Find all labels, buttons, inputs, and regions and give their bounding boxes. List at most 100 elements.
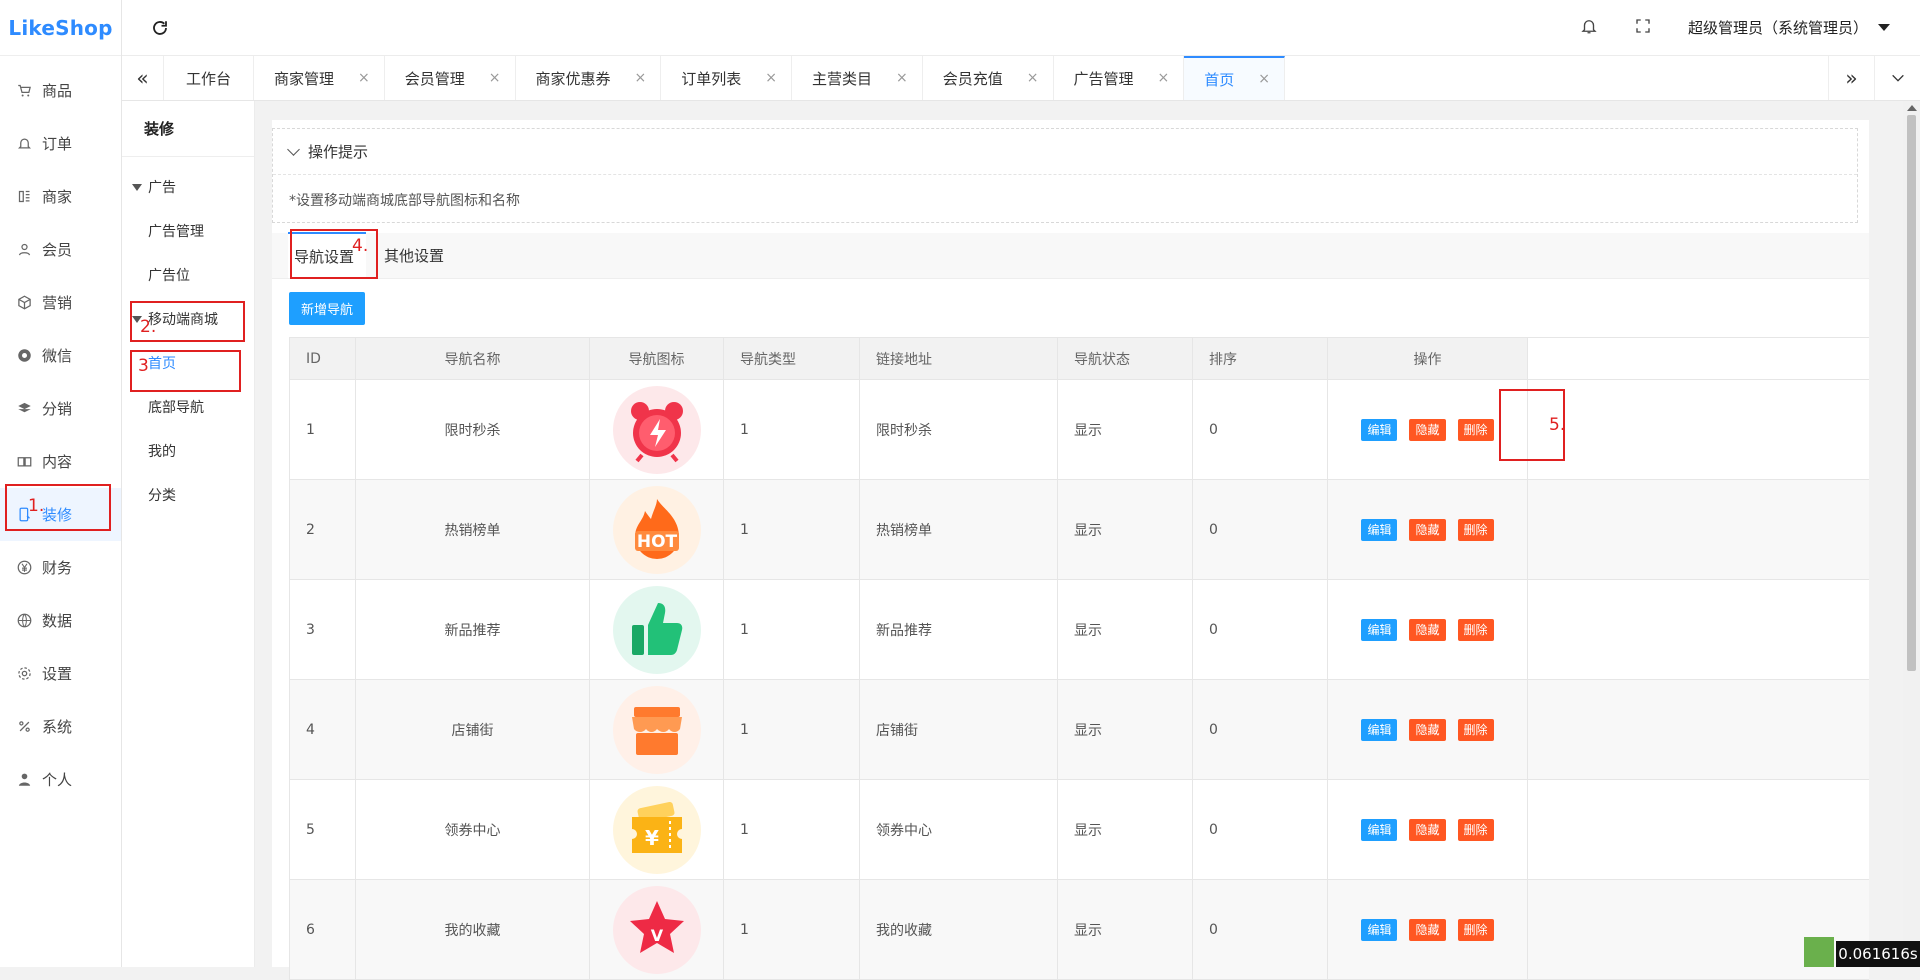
sidebar-item-12[interactable]: 系统 [0, 700, 121, 753]
edit-button[interactable]: 编辑 [1361, 519, 1397, 541]
delete-button[interactable]: 删除 [1458, 719, 1494, 741]
close-icon[interactable]: × [1158, 70, 1170, 86]
sidebar-item-2[interactable]: 商家 [0, 170, 121, 223]
tab-other-settings[interactable]: 其他设置 [366, 232, 462, 278]
cell-link: 领券中心 [860, 780, 1058, 880]
close-icon[interactable]: × [489, 70, 501, 86]
storefront-icon [613, 686, 701, 774]
tips-text: *设置移动端商城底部导航图标和名称 [273, 175, 1857, 210]
refresh-icon[interactable] [148, 16, 172, 40]
hide-button[interactable]: 隐藏 [1409, 619, 1445, 641]
row-spacer [1528, 780, 1870, 880]
sidebar-item-5[interactable]: 微信 [0, 329, 121, 382]
settings-tabs: 导航设置 其他设置 [272, 233, 1869, 279]
edit-button[interactable]: 编辑 [1361, 719, 1397, 741]
hide-button[interactable]: 隐藏 [1409, 919, 1445, 941]
sidebar-item-label: 装修 [42, 504, 72, 525]
sidebar-item-9[interactable]: 财务 [0, 541, 121, 594]
cell-nav-name: 领券中心 [356, 780, 590, 880]
load-timer: 0.061616s [1836, 941, 1920, 967]
delete-button[interactable]: 删除 [1458, 419, 1494, 441]
app-logo[interactable]: LikeShop [0, 0, 121, 56]
sidebar-item-6[interactable]: 分销 [0, 382, 121, 435]
tabs-menu-chevron-down-icon[interactable] [1874, 56, 1920, 100]
main-content: 操作提示 *设置移动端商城底部导航图标和名称 导航设置 其他设置 新增导航 ID… [272, 120, 1869, 967]
edit-button[interactable]: 编辑 [1361, 919, 1397, 941]
store-icon [16, 189, 32, 205]
person-icon [16, 772, 32, 788]
sidebar-item-8[interactable]: 装修 [0, 488, 121, 541]
sidebar-item-label: 内容 [42, 451, 72, 472]
sidebar-item-4[interactable]: 营销 [0, 276, 121, 329]
hide-button[interactable]: 隐藏 [1409, 519, 1445, 541]
delete-button[interactable]: 删除 [1458, 919, 1494, 941]
cell-sort: 0 [1193, 480, 1328, 580]
table-row: 5领券中心¥1领券中心显示0编辑隐藏删除 [290, 780, 1870, 880]
scroll-up-icon[interactable] [1907, 105, 1917, 111]
cell-nav-icon [590, 680, 724, 780]
hot-flame-icon: HOT [613, 486, 701, 574]
notification-bell-icon[interactable] [1580, 17, 1598, 39]
sidebar-nav: 商品订单商家会员营销微信分销内容装修财务数据设置系统个人 [0, 56, 121, 806]
svg-text:V: V [650, 926, 663, 945]
tab-5[interactable]: 主营类目× [792, 56, 923, 100]
delete-button[interactable]: 删除 [1458, 519, 1494, 541]
hide-button[interactable]: 隐藏 [1409, 719, 1445, 741]
wechat-icon [16, 348, 32, 364]
cell-nav-type: 1 [724, 380, 860, 480]
tips-header[interactable]: 操作提示 [273, 129, 1857, 175]
close-icon[interactable]: × [896, 70, 908, 86]
hide-button[interactable]: 隐藏 [1409, 819, 1445, 841]
sidebar-item-label: 商品 [42, 80, 72, 101]
tab-7[interactable]: 广告管理× [1054, 56, 1185, 100]
add-nav-button[interactable]: 新增导航 [289, 292, 365, 325]
delete-button[interactable]: 删除 [1458, 619, 1494, 641]
tabs-scroll-right-icon[interactable]: » [1828, 56, 1874, 100]
tab-2[interactable]: 会员管理× [385, 56, 516, 100]
tab-8[interactable]: 首页× [1184, 56, 1285, 100]
sub-item-bottom-nav[interactable]: 底部导航 [122, 385, 254, 429]
scroll-thumb[interactable] [1907, 115, 1916, 671]
edit-button[interactable]: 编辑 [1361, 419, 1397, 441]
user-menu[interactable]: 超级管理员（系统管理员） [1688, 17, 1890, 38]
sidebar-item-3[interactable]: 会员 [0, 223, 121, 276]
edit-button[interactable]: 编辑 [1361, 819, 1397, 841]
page-scrollbar[interactable] [1903, 101, 1920, 967]
column-header: 导航图标 [590, 338, 724, 380]
hide-button[interactable]: 隐藏 [1409, 419, 1445, 441]
tab-4[interactable]: 订单列表× [661, 56, 792, 100]
user-icon [16, 242, 32, 258]
fullscreen-icon[interactable] [1634, 17, 1652, 39]
annotation-label-5: 5. [1549, 415, 1565, 435]
cell-sort: 0 [1193, 780, 1328, 880]
close-icon[interactable]: × [358, 70, 370, 86]
close-icon[interactable]: × [1258, 71, 1270, 87]
close-icon[interactable]: × [1027, 70, 1039, 86]
tabs-scroll-left-icon[interactable]: « [122, 56, 164, 100]
sub-item-category[interactable]: 分类 [122, 473, 254, 517]
tab-0[interactable]: 工作台 [164, 56, 254, 100]
sidebar-item-1[interactable]: 订单 [0, 117, 121, 170]
timer-logo-icon [1804, 937, 1834, 967]
sub-item-ad-manage[interactable]: 广告管理 [122, 209, 254, 253]
sidebar-item-7[interactable]: 内容 [0, 435, 121, 488]
tab-6[interactable]: 会员充值× [923, 56, 1054, 100]
cell-nav-name: 店铺街 [356, 680, 590, 780]
tab-1[interactable]: 商家管理× [254, 56, 385, 100]
close-icon[interactable]: × [765, 70, 777, 86]
close-icon[interactable]: × [635, 70, 647, 86]
annotation-label-1: 1. [28, 496, 44, 516]
delete-button[interactable]: 删除 [1458, 819, 1494, 841]
sub-item-ad-position[interactable]: 广告位 [122, 253, 254, 297]
edit-button[interactable]: 编辑 [1361, 619, 1397, 641]
cell-nav-type: 1 [724, 480, 860, 580]
tab-3[interactable]: 商家优惠券× [516, 56, 662, 100]
sidebar-item-0[interactable]: 商品 [0, 64, 121, 117]
sidebar-item-11[interactable]: 设置 [0, 647, 121, 700]
cell-id: 6 [290, 880, 356, 980]
sidebar-item-13[interactable]: 个人 [0, 753, 121, 806]
sub-group-ad[interactable]: 广告 [122, 165, 254, 209]
caret-down-icon [132, 184, 142, 191]
sidebar-item-10[interactable]: 数据 [0, 594, 121, 647]
sub-item-mine[interactable]: 我的 [122, 429, 254, 473]
